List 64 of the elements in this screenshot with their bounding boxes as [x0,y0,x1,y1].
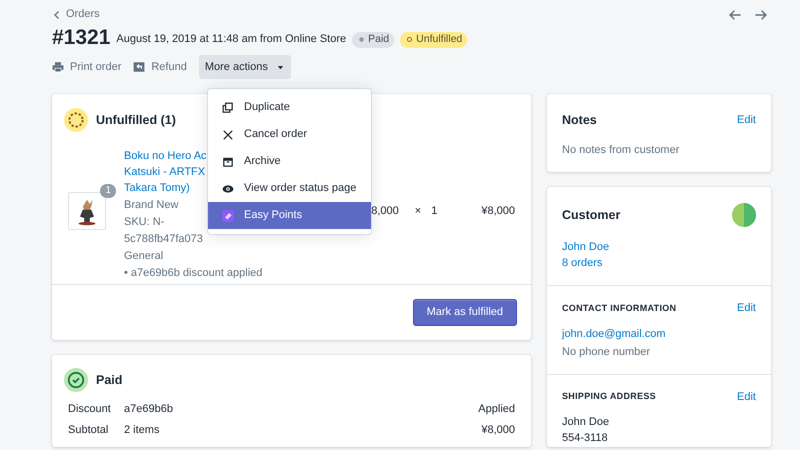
phone-text: No phone number [562,344,652,360]
orders-link[interactable]: 8 orders [562,255,602,272]
product-link[interactable]: Boku no Hero Ac [124,148,207,164]
menu-item[interactable]: Duplicate [208,94,371,121]
status-badge: Unfulfilled [400,32,468,48]
eye-icon [222,182,234,194]
edit-link[interactable]: Edit [737,112,756,129]
menu-item[interactable]: Cancel order [208,121,371,148]
close-icon [222,128,234,140]
app-logo-icon [222,210,234,222]
arrow-right-icon [754,8,768,22]
customer-name-link[interactable]: John Doe [562,239,610,256]
duplicate-icon [222,102,234,114]
archive-icon [222,156,234,168]
order-date: August 19, 2019 at 11:48 am from Online Store [116,32,346,48]
chevron-left-icon [52,10,62,20]
product-detail: Brand New [124,198,178,213]
back-link[interactable]: Orders [52,6,100,23]
unfulfilled-status-icon [64,108,88,132]
arrow-left-icon [728,8,742,22]
section-heading: SHIPPING ADDRESS [562,390,656,404]
email-link[interactable]: john.doe@gmail.com [562,326,666,342]
edit-link[interactable]: Edit [737,300,756,317]
edit-link[interactable]: Edit [737,388,756,406]
summary-value: Applied [478,402,515,417]
product-link[interactable]: Katsuki - ARTFX [124,164,206,180]
more-actions-button[interactable]: More actions [198,55,291,79]
summary-value: ¥8,000 [481,422,515,438]
refund-button[interactable]: Refund [133,58,187,76]
summary-label: Subtotal [68,422,110,438]
line-total: ¥8,000 [481,204,515,219]
printer-icon [52,61,64,73]
menu-item[interactable]: Easy Points [208,202,371,229]
product-detail: • a7e69b6b discount applied [124,266,262,281]
section-heading: CONTACT INFORMATION [562,302,676,315]
card-title: Notes [562,112,597,129]
summary-label: Discount [68,402,112,417]
times-sign: × [414,204,422,219]
card-title: Customer [562,206,620,224]
quantity-badge: 1 [100,184,116,198]
avatar-icon [732,203,756,228]
mark-as-fulfilled-button[interactable]: Mark as fulfilled [412,299,517,326]
product-detail: General [124,249,164,264]
unit-price: 8,000 [371,204,399,219]
product-detail: 5c788fb47fa073 [124,232,203,247]
order-number: #1321 [52,25,110,52]
item-quantity: 1 [431,204,438,219]
address-line: 554-3118 [562,431,609,446]
status-dot-icon [405,35,414,44]
card-title: Paid [96,372,122,389]
product-link[interactable]: Takara Tomy) [124,180,190,196]
menu-item[interactable]: Archive [208,148,371,175]
status-dot-icon [357,35,366,44]
menu-item[interactable]: View order status page [208,175,371,202]
refund-icon [133,61,146,73]
status-badge: Paid [352,32,394,48]
print-button[interactable]: Print order [52,58,122,76]
summary-detail: a7e69b6b [124,402,174,417]
product-detail: SKU: N- [124,215,164,230]
notes-text: No notes from customer [562,142,680,158]
summary-detail: 2 items [124,422,160,438]
address-line: John Doe [562,415,610,430]
paid-check-icon [64,368,88,392]
card-title: Unfulfilled (1) [96,112,176,129]
